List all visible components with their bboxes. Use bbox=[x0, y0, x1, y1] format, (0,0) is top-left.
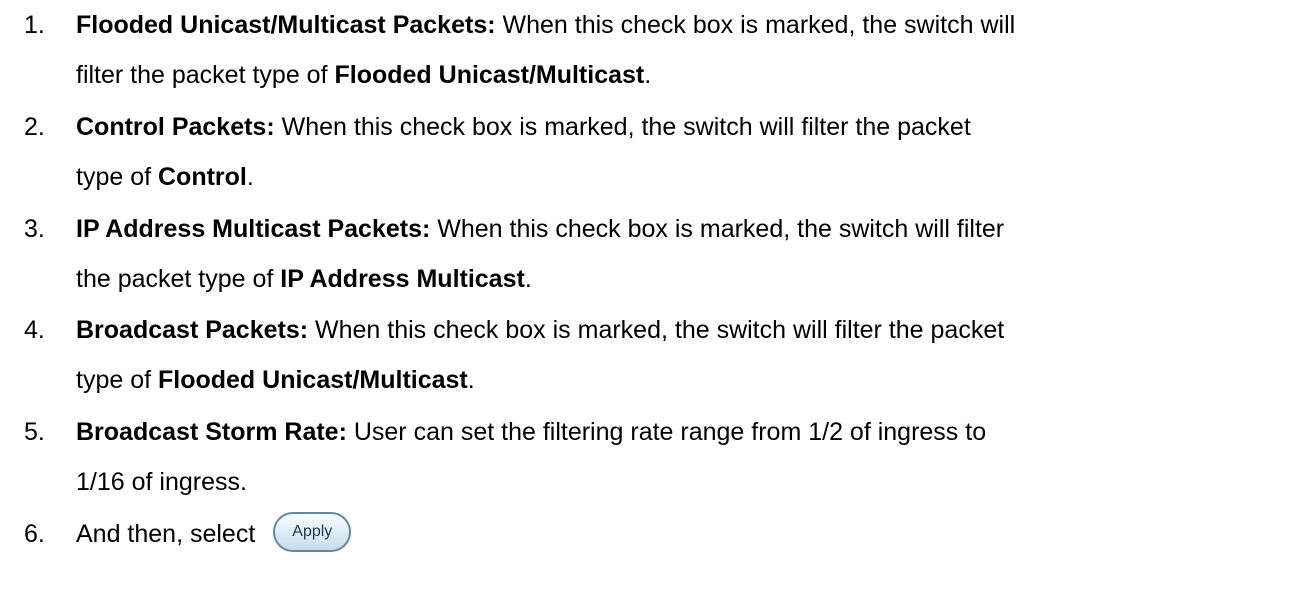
description-text: filter the packet type of bbox=[76, 61, 335, 89]
term-label: Broadcast Storm Rate: bbox=[76, 418, 347, 446]
list-item-text: Broadcast Storm Rate: User can set the f… bbox=[76, 407, 1276, 507]
description-text: When this check box is marked, the switc… bbox=[274, 113, 971, 141]
punctuation: . bbox=[644, 61, 652, 89]
punctuation: . bbox=[467, 366, 475, 394]
description-text: When this check box is marked, the switc… bbox=[495, 11, 1016, 39]
packet-type-label: Control bbox=[158, 163, 247, 191]
term-label: Broadcast Packets: bbox=[76, 316, 309, 344]
list-item-text: Flooded Unicast/Multicast Packets: When … bbox=[76, 0, 1276, 100]
text-line: filter the packet type of Flooded Unicas… bbox=[76, 50, 1276, 100]
packet-type-label: Flooded Unicast/Multicast bbox=[158, 366, 468, 394]
text-line: type of Control. bbox=[76, 152, 1276, 202]
description-text: When this check box is marked, the switc… bbox=[308, 316, 1005, 344]
description-text: 1/16 of ingress. bbox=[76, 468, 247, 496]
list-item-number: 4. bbox=[24, 316, 45, 344]
punctuation: . bbox=[246, 163, 254, 191]
term-label: Flooded Unicast/Multicast Packets: bbox=[76, 11, 496, 39]
text-line: And then, select Apply bbox=[76, 509, 1276, 559]
packet-type-label: IP Address Multicast bbox=[280, 265, 525, 293]
packet-type-label: Flooded Unicast/Multicast bbox=[334, 61, 645, 89]
instruction-list: 1. Flooded Unicast/Multicast Packets: Wh… bbox=[0, 0, 1290, 609]
punctuation: . bbox=[524, 265, 532, 293]
list-item-number: 5. bbox=[24, 418, 45, 446]
apply-button[interactable]: Apply bbox=[273, 512, 352, 553]
list-item-number: 6. bbox=[24, 520, 45, 548]
description-text: And then, select bbox=[76, 520, 256, 548]
text-line: Flooded Unicast/Multicast Packets: When … bbox=[76, 0, 1276, 50]
description-text: the packet type of bbox=[76, 265, 281, 293]
list-item-text: And then, select Apply bbox=[76, 509, 1276, 559]
description-text: type of bbox=[76, 366, 158, 394]
term-label: Control Packets: bbox=[76, 113, 275, 141]
list-item-number: 2. bbox=[24, 113, 45, 141]
list-item-text: Broadcast Packets: When this check box i… bbox=[76, 305, 1276, 405]
term-label: IP Address Multicast Packets: bbox=[76, 215, 431, 243]
description-text: User can set the filtering rate range fr… bbox=[346, 418, 987, 446]
description-text: type of bbox=[76, 163, 158, 191]
list-item-number: 1. bbox=[24, 11, 45, 39]
list-item-number: 3. bbox=[24, 215, 45, 243]
description-text: When this check box is marked, the switc… bbox=[430, 215, 1005, 243]
text-line: Broadcast Storm Rate: User can set the f… bbox=[76, 407, 1276, 457]
text-line: the packet type of IP Address Multicast. bbox=[76, 254, 1276, 304]
list-item-text: IP Address Multicast Packets: When this … bbox=[76, 204, 1276, 304]
list-item-text: Control Packets: When this check box is … bbox=[76, 102, 1276, 202]
text-line: Control Packets: When this check box is … bbox=[76, 102, 1276, 152]
text-line: Broadcast Packets: When this check box i… bbox=[76, 305, 1276, 355]
text-line: IP Address Multicast Packets: When this … bbox=[76, 204, 1276, 254]
text-line: type of Flooded Unicast/Multicast. bbox=[76, 355, 1276, 405]
text-line: 1/16 of ingress. bbox=[76, 457, 1276, 507]
